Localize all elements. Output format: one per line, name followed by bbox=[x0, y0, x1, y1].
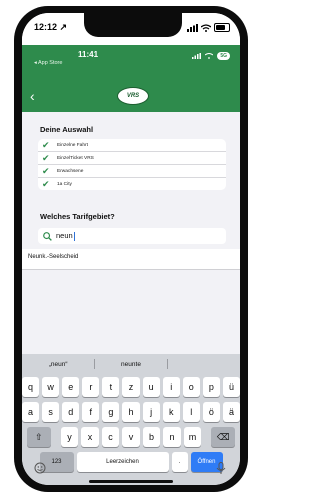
emoji-icon[interactable] bbox=[34, 462, 46, 474]
list-item: ✔ 1a City bbox=[42, 179, 72, 189]
search-icon bbox=[43, 231, 52, 241]
checkmark-icon: ✔ bbox=[42, 140, 50, 150]
key[interactable]: i bbox=[162, 377, 180, 397]
key-row-2: a s d f g h j k l ö ä bbox=[22, 402, 240, 422]
keyboard: „neun“ neunte q w e r t z u i o p ü a s … bbox=[22, 354, 240, 485]
list-item: ✔ EinzelTicket VRS bbox=[38, 152, 226, 165]
key[interactable]: b bbox=[142, 427, 161, 447]
list-item: ✔ Erwachsene bbox=[38, 165, 226, 178]
delete-key[interactable]: ⌫ bbox=[211, 427, 236, 447]
key[interactable]: y bbox=[60, 427, 79, 447]
key[interactable]: o bbox=[182, 377, 200, 397]
checkmark-icon: ✔ bbox=[42, 153, 50, 163]
shift-key[interactable]: ⇧ bbox=[26, 427, 51, 447]
key[interactable]: a bbox=[22, 402, 40, 422]
key[interactable]: t bbox=[102, 377, 120, 397]
list-item: ✔ Einzelne Fahrt bbox=[38, 139, 226, 152]
status-bar: 12:12 ↗ bbox=[22, 13, 240, 45]
wifi-icon bbox=[201, 23, 211, 32]
key[interactable]: ö bbox=[202, 402, 220, 422]
key[interactable]: f bbox=[82, 402, 100, 422]
key[interactable]: ü bbox=[222, 377, 240, 397]
inner-wifi-icon bbox=[205, 53, 214, 59]
key[interactable]: p bbox=[202, 377, 220, 397]
network-badge: 5G bbox=[217, 52, 230, 60]
inner-status-time: 11:41 bbox=[78, 50, 99, 59]
suggestion-item[interactable]: neunte bbox=[95, 361, 167, 368]
key[interactable]: r bbox=[82, 377, 100, 397]
key[interactable]: v bbox=[122, 427, 140, 447]
text-cursor bbox=[73, 231, 75, 241]
key[interactable]: g bbox=[102, 402, 120, 422]
key[interactable]: s bbox=[42, 402, 60, 422]
selection-title: Deine Auswahl bbox=[40, 125, 94, 134]
search-input[interactable]: neun bbox=[38, 228, 226, 244]
app-header: 11:41 ◂ App Store 5G ‹ VRS bbox=[22, 45, 240, 112]
suggestion-bar: „neun“ neunte bbox=[22, 354, 240, 374]
key[interactable]: n bbox=[163, 427, 181, 447]
key[interactable]: h bbox=[122, 402, 140, 422]
status-time: 12:12 ↗ bbox=[34, 22, 68, 32]
key[interactable]: d bbox=[62, 402, 80, 422]
key[interactable]: c bbox=[101, 427, 120, 447]
key[interactable]: q bbox=[22, 377, 40, 397]
key[interactable]: x bbox=[81, 427, 99, 447]
checkmark-icon: ✔ bbox=[42, 166, 50, 176]
period-key[interactable]: . bbox=[171, 452, 188, 472]
key[interactable]: l bbox=[182, 402, 200, 422]
key[interactable]: w bbox=[42, 377, 60, 397]
phone-screen: 12:12 ↗ 11:41 ◂ App Store 5G ‹ VRS Deine… bbox=[22, 13, 240, 485]
search-value: neun bbox=[56, 231, 75, 241]
status-icons bbox=[187, 23, 230, 32]
vrs-logo: VRS bbox=[117, 87, 149, 105]
key[interactable]: ä bbox=[222, 402, 240, 422]
inner-status-icons: 5G bbox=[192, 52, 230, 60]
key[interactable]: z bbox=[122, 377, 140, 397]
suggestion-item[interactable]: „neun“ bbox=[22, 361, 94, 368]
key[interactable]: e bbox=[62, 377, 80, 397]
key[interactable]: j bbox=[142, 402, 160, 422]
home-indicator[interactable] bbox=[89, 480, 173, 483]
microphone-icon[interactable] bbox=[216, 462, 226, 475]
key-row-1: q w e r t z u i o p ü bbox=[22, 377, 240, 397]
tarif-title: Welches Tarifgebiet? bbox=[40, 212, 115, 221]
result-item[interactable]: Neunk.-Seelscheid bbox=[22, 249, 240, 270]
space-key[interactable]: Leerzeichen bbox=[76, 452, 169, 472]
back-button[interactable]: ‹ bbox=[30, 89, 35, 103]
key-row-4: 123 Leerzeichen . Öffnen bbox=[22, 452, 240, 472]
suggestion-divider bbox=[167, 359, 168, 369]
key-row-3: ⇧ y x c v b n m ⌫ bbox=[22, 427, 240, 447]
checkmark-icon: ✔ bbox=[42, 179, 50, 189]
key[interactable]: u bbox=[142, 377, 160, 397]
key[interactable]: k bbox=[162, 402, 180, 422]
battery-icon bbox=[214, 23, 230, 32]
key[interactable]: m bbox=[183, 427, 202, 447]
selection-list: ✔ Einzelne Fahrt ✔ EinzelTicket VRS ✔ Erwac… bbox=[38, 139, 226, 190]
signal-icon bbox=[187, 23, 198, 32]
camera-notch bbox=[84, 13, 182, 37]
back-to-app-store-link[interactable]: ◂ App Store bbox=[34, 60, 62, 66]
inner-signal-icon bbox=[192, 53, 202, 59]
